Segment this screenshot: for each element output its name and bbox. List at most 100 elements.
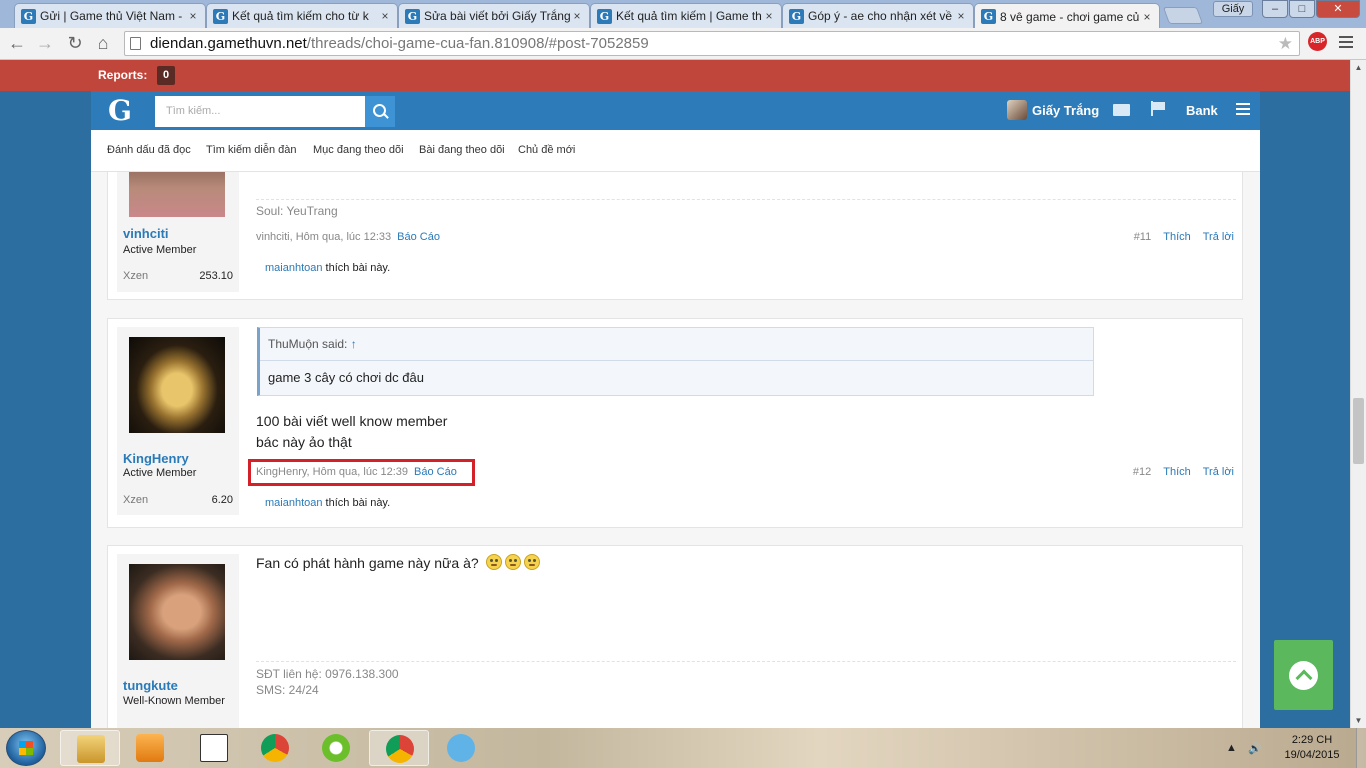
chrome-menu-icon[interactable]: [1339, 36, 1353, 48]
like-link[interactable]: Thích: [1163, 466, 1191, 478]
gamethu-favicon-icon: G: [597, 8, 612, 24]
vertical-scrollbar[interactable]: ▲ ▼: [1350, 60, 1366, 728]
green-app-icon: [322, 734, 350, 762]
site-logo[interactable]: G: [108, 94, 132, 127]
close-tab-icon[interactable]: ×: [763, 9, 775, 23]
reply-link[interactable]: Trả lời: [1203, 231, 1234, 243]
reports-count[interactable]: 0: [157, 66, 175, 85]
browser-tab[interactable]: G Góp ý - ae cho nhận xét về ×: [782, 3, 974, 28]
avatar[interactable]: [129, 337, 225, 433]
home-icon[interactable]: ⌂: [92, 32, 114, 54]
back-arrow-icon[interactable]: ←: [6, 32, 28, 54]
post-actions: #11 Thích Trả lời: [1134, 231, 1234, 243]
scrollbar-thumb[interactable]: [1353, 398, 1364, 464]
start-button[interactable]: [6, 730, 46, 766]
quote-block: ThuMuộn said: ↑ game 3 cây có chơi dc đâ…: [257, 327, 1094, 396]
avatar[interactable]: [129, 564, 225, 660]
mark-read-link[interactable]: Đánh dấu đã đọc: [107, 144, 191, 156]
window-close-button[interactable]: ✕: [1316, 0, 1360, 18]
bookmark-star-icon[interactable]: ★: [1278, 34, 1293, 54]
adblock-plus-icon[interactable]: ABP: [1308, 32, 1327, 51]
hamburger-menu-icon[interactable]: [1236, 103, 1250, 115]
watched-items-link[interactable]: Mục đang theo dõi: [313, 144, 404, 156]
volume-icon[interactable]: 🔊: [1248, 742, 1262, 755]
address-bar[interactable]: diendan.gamethuvn.net/threads/choi-game-…: [124, 31, 1300, 56]
post-number[interactable]: #12: [1133, 466, 1151, 478]
search-input[interactable]: Tìm kiếm...: [155, 96, 366, 127]
browser-tab[interactable]: G Kết quả tìm kiếm | Game th ×: [590, 3, 782, 28]
taskbar-app[interactable]: [306, 730, 366, 766]
browser-tabstrip: G Gửi | Game thủ Việt Nam - × G Kết quả …: [0, 0, 1366, 29]
page-viewport: Reports: 0 G Tìm kiếm... Giấy Trắng Bank…: [0, 60, 1350, 728]
close-tab-icon[interactable]: ×: [187, 9, 199, 23]
signature-text: Soul: YeuTrang: [256, 204, 338, 218]
close-tab-icon[interactable]: ×: [1141, 10, 1153, 24]
new-tab-button[interactable]: [1162, 7, 1204, 24]
taskbar-media-player[interactable]: [120, 730, 180, 766]
system-clock[interactable]: 2:29 CH 19/04/2015: [1272, 733, 1352, 763]
chrome-user-badge[interactable]: Giấy: [1213, 1, 1253, 17]
scroll-up-arrow-icon[interactable]: ▲: [1351, 60, 1366, 75]
scroll-down-arrow-icon[interactable]: ▼: [1351, 713, 1366, 728]
forward-arrow-icon[interactable]: →: [34, 32, 56, 54]
quote-jump-arrow-icon[interactable]: ↑: [351, 337, 357, 351]
reload-icon[interactable]: ↻: [64, 32, 86, 54]
post-username[interactable]: vinhciti: [123, 226, 169, 241]
liker-link[interactable]: maianhtoan: [265, 497, 323, 509]
reply-link[interactable]: Trả lời: [1203, 466, 1234, 478]
browser-toolbar: ← → ↻ ⌂ diendan.gamethuvn.net/threads/ch…: [0, 28, 1366, 60]
quote-text: game 3 cây có chơi dc đâu: [268, 370, 424, 385]
signature-sms: SMS: 24/24: [256, 683, 319, 697]
show-desktop-button[interactable]: [1356, 728, 1366, 768]
search-forum-link[interactable]: Tìm kiếm diễn đàn: [206, 144, 296, 156]
report-link[interactable]: Báo Cáo: [397, 231, 440, 243]
close-tab-icon[interactable]: ×: [379, 9, 391, 23]
watched-threads-link[interactable]: Bài đang theo dõi: [419, 144, 505, 156]
likes-summary: maianhtoan thích bài này.: [265, 262, 391, 274]
search-icon[interactable]: [365, 96, 395, 127]
user-avatar[interactable]: [1007, 100, 1027, 120]
post-username[interactable]: tungkute: [123, 678, 178, 693]
account-username[interactable]: Giấy Trắng: [1032, 103, 1099, 118]
taskbar-chrome-active[interactable]: [369, 730, 429, 766]
taskbar-solitaire[interactable]: [184, 730, 244, 766]
homegroup-icon: [447, 734, 475, 762]
post-meta: KingHenry, Hôm qua, lúc 12:39 Báo Cáo: [256, 466, 457, 478]
chrome-icon: [386, 735, 414, 763]
browser-tab[interactable]: G Kết quả tìm kiếm cho từ k ×: [206, 3, 398, 28]
flag-icon[interactable]: [1150, 101, 1166, 116]
xzen-value: 6.20: [211, 494, 233, 506]
like-link[interactable]: Thích: [1163, 231, 1191, 243]
report-link[interactable]: Báo Cáo: [414, 466, 457, 478]
close-tab-icon[interactable]: ×: [571, 9, 583, 23]
maximize-button[interactable]: □: [1289, 0, 1315, 18]
browser-tab[interactable]: G Gửi | Game thủ Việt Nam - ×: [14, 3, 206, 28]
signature-divider: [256, 199, 1236, 200]
liker-link[interactable]: maianhtoan: [265, 262, 323, 274]
xzen-value: 253.10: [199, 270, 233, 282]
gamethu-favicon-icon: G: [213, 8, 228, 24]
tray-expand-icon[interactable]: ▲: [1226, 742, 1237, 754]
taskbar-homegroup[interactable]: [431, 730, 491, 766]
gamethu-favicon-icon: G: [405, 8, 420, 24]
user-title: Active Member: [123, 244, 197, 256]
windows-taskbar: ▲ 🔊 2:29 CH 19/04/2015: [0, 728, 1366, 768]
forum-content: G Tìm kiếm... Giấy Trắng Bank Đánh dấu đ…: [91, 91, 1260, 728]
browser-tab-active[interactable]: G 8 vê game - chơi game củ ×: [974, 3, 1160, 29]
new-threads-link[interactable]: Chủ đề mới: [518, 144, 575, 156]
close-tab-icon[interactable]: ×: [955, 9, 967, 23]
post-username[interactable]: KingHenry: [123, 451, 189, 466]
avatar[interactable]: [129, 172, 225, 217]
taskbar-explorer[interactable]: [60, 730, 120, 766]
scroll-to-top-button[interactable]: [1274, 640, 1333, 710]
taskbar-chrome[interactable]: [245, 730, 305, 766]
cards-icon: [200, 734, 228, 762]
tab-title: Gửi | Game thủ Việt Nam -: [40, 9, 183, 23]
signature-divider: [256, 661, 1236, 662]
post-number[interactable]: #11: [1134, 231, 1152, 243]
bank-link[interactable]: Bank: [1186, 103, 1218, 118]
user-info: vinhciti Active Member Xzen 253.10: [117, 172, 239, 292]
envelope-icon[interactable]: [1113, 104, 1130, 116]
minimize-button[interactable]: –: [1262, 0, 1288, 18]
browser-tab[interactable]: G Sửa bài viết bởi Giấy Trắng ×: [398, 3, 590, 28]
